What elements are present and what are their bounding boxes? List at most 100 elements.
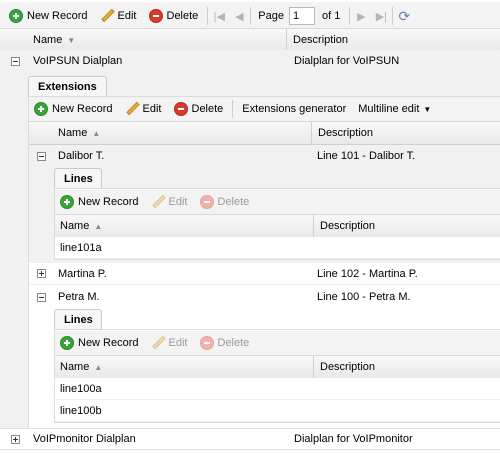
column-name-label: Name	[58, 127, 88, 139]
prev-page-icon[interactable]: ◀	[231, 8, 247, 24]
delete-line-button[interactable]: Delete	[194, 332, 256, 354]
new-line-button[interactable]: New Record	[55, 332, 145, 354]
column-header-name[interactable]: Name ▲	[29, 122, 311, 144]
toolbar-separator	[349, 7, 351, 25]
column-name-label: Name	[60, 361, 90, 373]
dropdown-arrow-icon: ▼	[423, 104, 432, 114]
tab-lines[interactable]: Lines	[54, 309, 102, 329]
delete-label: Delete	[166, 10, 199, 22]
delete-line-label: Delete	[217, 337, 250, 349]
column-name-label: Name	[60, 220, 90, 232]
extension-description: Line 101 - Dalibor T.	[317, 150, 416, 162]
edit-icon	[151, 195, 165, 209]
delete-line-label: Delete	[217, 196, 250, 208]
column-header-description[interactable]: Description	[313, 215, 500, 237]
edit-icon	[151, 336, 165, 350]
edit-line-label: Edit	[168, 196, 188, 208]
new-extension-button[interactable]: New Record	[29, 98, 119, 120]
delete-icon	[199, 195, 214, 209]
edit-icon	[100, 9, 114, 23]
edit-extension-label: Edit	[142, 103, 162, 115]
toolbar-separator	[392, 7, 394, 25]
lines-toolbar: New Record Edit Delete	[55, 190, 500, 214]
add-icon	[34, 102, 48, 116]
column-header-description[interactable]: Description	[313, 356, 500, 378]
extension-name: Petra M.	[58, 291, 100, 303]
expand-icon[interactable]	[11, 434, 20, 444]
page-count: of 1	[322, 10, 341, 22]
add-icon	[60, 336, 74, 350]
toolbar-separator	[207, 7, 209, 25]
column-name-label: Name	[33, 34, 63, 46]
column-description-label: Description	[293, 34, 349, 46]
new-extension-label: New Record	[52, 103, 113, 115]
column-header-description[interactable]: Description	[286, 29, 500, 51]
multiline-edit-label: Multiline edit	[358, 103, 420, 115]
column-description-label: Description	[318, 127, 374, 139]
sort-asc-icon: ▲	[94, 221, 103, 231]
toolbar-separator	[250, 7, 252, 25]
line-name: line101a	[60, 241, 102, 254]
new-line-label: New Record	[78, 196, 139, 208]
tab-extensions-label: Extensions	[38, 80, 97, 93]
refresh-icon[interactable]: ⟳	[396, 8, 412, 24]
line-name: line100a	[60, 382, 102, 395]
dialplan-description: Dialplan for VoIPmonitor	[294, 433, 413, 445]
lines-grid-header: Name ▲ Description	[55, 214, 500, 238]
last-page-icon[interactable]: ▶|	[373, 8, 389, 24]
edit-extension-button[interactable]: Edit	[119, 98, 168, 120]
new-line-label: New Record	[78, 337, 139, 349]
table-row[interactable]: Dalibor T. Line 101 - Dalibor T.	[29, 145, 500, 167]
new-line-button[interactable]: New Record	[55, 191, 145, 213]
edit-icon	[125, 102, 139, 116]
multiline-edit-button[interactable]: Multiline edit ▼	[352, 98, 437, 120]
new-record-button[interactable]: New Record	[3, 5, 94, 27]
table-row[interactable]: VoIPSUN Dialplan Dialplan for VoIPSUN	[0, 50, 500, 72]
delete-extension-button[interactable]: Delete	[168, 98, 230, 120]
edit-line-button[interactable]: Edit	[145, 191, 194, 213]
column-header-name[interactable]: Name ▼	[0, 29, 286, 51]
main-toolbar: New Record Edit Delete |◀ ◀ Page of 1 ▶ …	[0, 2, 500, 30]
toolbar-separator	[232, 100, 234, 118]
table-row[interactable]: Martina P. Line 102 - Martina P.	[29, 263, 500, 285]
delete-line-button[interactable]: Delete	[194, 191, 256, 213]
table-row[interactable]: line100b	[55, 400, 500, 422]
delete-icon	[199, 336, 214, 350]
extension-name: Dalibor T.	[58, 150, 105, 162]
lines-toolbar: New Record Edit Delete	[55, 331, 500, 355]
first-page-icon[interactable]: |◀	[211, 8, 227, 24]
extensions-grid-header: Name ▲ Description	[29, 121, 500, 145]
sort-asc-icon: ▲	[92, 128, 101, 138]
delete-button[interactable]: Delete	[143, 5, 205, 27]
dialplan-name: VoIPmonitor Dialplan	[33, 433, 136, 445]
collapse-icon[interactable]	[37, 292, 46, 302]
delete-icon	[148, 9, 163, 23]
collapse-icon[interactable]	[11, 56, 20, 66]
table-row[interactable]: line100a	[55, 378, 500, 400]
next-page-icon[interactable]: ▶	[353, 8, 369, 24]
table-row[interactable]: Petra M. Line 100 - Petra M.	[29, 286, 500, 308]
add-icon	[60, 195, 74, 209]
extensions-generator-button[interactable]: Extensions generator	[236, 98, 352, 120]
extensions-toolbar: New Record Edit Delete Extensions genera…	[29, 97, 500, 121]
tab-extensions[interactable]: Extensions	[28, 76, 107, 96]
edit-line-button[interactable]: Edit	[145, 332, 194, 354]
table-row[interactable]: VoIPmonitor Dialplan Dialplan for VoIPmo…	[0, 428, 500, 450]
page-input[interactable]	[289, 7, 315, 25]
extension-description: Line 100 - Petra M.	[317, 291, 411, 303]
tab-lines-label: Lines	[64, 172, 93, 185]
dialplan-description: Dialplan for VoIPSUN	[294, 55, 400, 67]
tab-lines[interactable]: Lines	[54, 168, 102, 188]
edit-button[interactable]: Edit	[94, 5, 143, 27]
column-description-label: Description	[320, 361, 376, 373]
column-header-name[interactable]: Name ▲	[55, 215, 313, 237]
column-header-description[interactable]: Description	[311, 122, 500, 144]
main-grid-header: Name ▼ Description	[0, 28, 500, 52]
edit-label: Edit	[117, 10, 137, 22]
expand-icon[interactable]	[37, 269, 46, 278]
delete-extension-label: Delete	[191, 103, 224, 115]
edit-line-label: Edit	[168, 337, 188, 349]
column-header-name[interactable]: Name ▲	[55, 356, 313, 378]
collapse-icon[interactable]	[37, 151, 46, 161]
table-row[interactable]: line101a	[55, 237, 500, 259]
